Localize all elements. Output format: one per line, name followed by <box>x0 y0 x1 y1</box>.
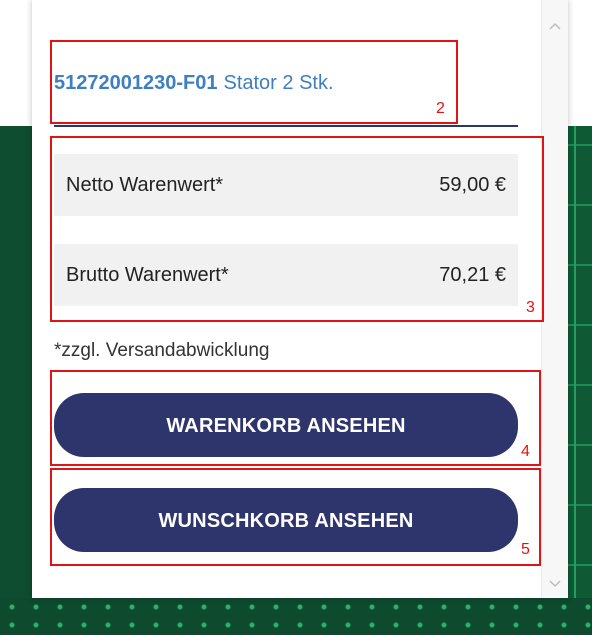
background-bottom <box>0 598 592 635</box>
annotation-box-2 <box>50 40 458 124</box>
annotation-label-2: 2 <box>436 100 445 117</box>
shipping-note: *zzgl. Versandabwicklung <box>54 340 270 361</box>
annotation-box-3 <box>50 136 544 322</box>
scrollbar[interactable] <box>541 0 568 598</box>
background-right <box>568 126 592 635</box>
annotation-box-4 <box>50 370 541 466</box>
background-left <box>0 126 32 635</box>
chevron-down-icon[interactable] <box>542 572 568 596</box>
annotation-label-3: 3 <box>526 299 535 316</box>
annotation-label-5: 5 <box>521 541 530 558</box>
annotation-box-5 <box>50 468 541 566</box>
divider <box>54 125 518 127</box>
chevron-up-icon[interactable] <box>542 14 568 38</box>
annotation-label-4: 4 <box>521 443 530 460</box>
